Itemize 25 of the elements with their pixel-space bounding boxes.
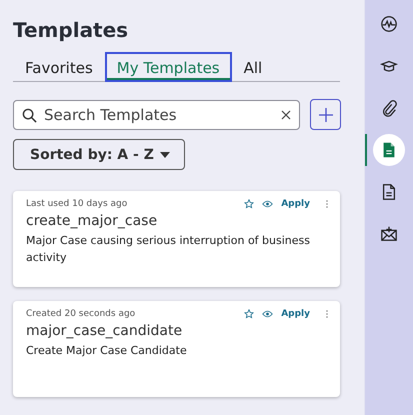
clear-button[interactable]	[281, 110, 291, 120]
template-description: Create Major Case Candidate	[26, 343, 188, 359]
plus-icon	[318, 106, 334, 122]
meta-text: Created 20 seconds ago	[26, 309, 136, 319]
tab[interactable]: My Templates	[104, 52, 232, 82]
tab[interactable]: All	[232, 52, 274, 82]
sort-button[interactable]: Sorted by: A - Z	[13, 139, 185, 170]
template-name: create_major_case	[26, 213, 158, 229]
eye-icon[interactable]	[262, 200, 274, 208]
star-icon[interactable]	[244, 199, 254, 209]
eye-icon[interactable]	[262, 310, 274, 318]
template-description: Major Case causing serious interruption of business activity	[26, 233, 311, 266]
add-button[interactable]	[310, 99, 341, 130]
paperclip-icon	[380, 99, 398, 117]
panel-title: Templates	[13, 18, 130, 42]
caret-icon	[160, 152, 170, 158]
star-icon[interactable]	[244, 309, 254, 319]
apply-link[interactable]: Apply	[281, 199, 310, 209]
template-name: major_case_candidate	[26, 323, 184, 339]
tab[interactable]: Favorites	[13, 52, 105, 82]
envelope-icon	[380, 225, 398, 243]
apply-link[interactable]: Apply	[281, 309, 310, 319]
search-field[interactable]: Search Templates	[13, 100, 300, 130]
meta-text: Last used 10 days ago	[26, 199, 128, 209]
pulse-icon	[380, 15, 398, 33]
